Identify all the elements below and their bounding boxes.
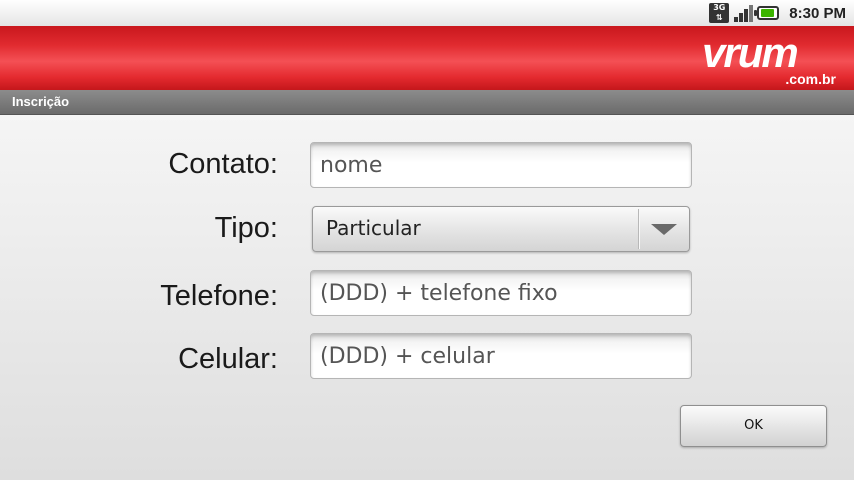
brand-header: vrum .com.br <box>0 26 854 90</box>
signal-icon <box>733 3 754 23</box>
battery-icon <box>754 6 780 20</box>
tipo-label: Tipo: <box>214 212 278 244</box>
ok-button[interactable]: OK <box>680 405 827 447</box>
telefone-label: Telefone: <box>160 280 278 312</box>
telefone-placeholder: (DDD) + telefone fixo <box>320 281 558 306</box>
logo-domain: .com.br <box>785 71 836 87</box>
telefone-input[interactable]: (DDD) + telefone fixo <box>310 270 692 316</box>
title-bar: Inscrição <box>0 90 854 115</box>
contato-input[interactable]: nome <box>310 142 692 188</box>
select-divider <box>638 209 639 249</box>
celular-input[interactable]: (DDD) + celular <box>310 333 692 379</box>
contato-placeholder: nome <box>320 153 383 178</box>
logo-text: vrum <box>702 31 797 76</box>
contato-label: Contato: <box>168 148 278 180</box>
tipo-selected-value: Particular <box>326 216 421 240</box>
status-bar: 3G ⇅ 8:30 PM <box>0 0 854 26</box>
clock: 8:30 PM <box>789 4 846 22</box>
celular-label: Celular: <box>178 343 278 375</box>
page-title: Inscrição <box>12 94 70 109</box>
3g-icon: 3G ⇅ <box>709 3 730 23</box>
tipo-select[interactable]: Particular <box>312 206 690 252</box>
celular-placeholder: (DDD) + celular <box>320 344 495 369</box>
vrum-logo: vrum .com.br <box>702 31 837 87</box>
chevron-down-icon <box>651 224 677 235</box>
status-icons: 3G ⇅ 8:30 PM <box>709 2 846 24</box>
